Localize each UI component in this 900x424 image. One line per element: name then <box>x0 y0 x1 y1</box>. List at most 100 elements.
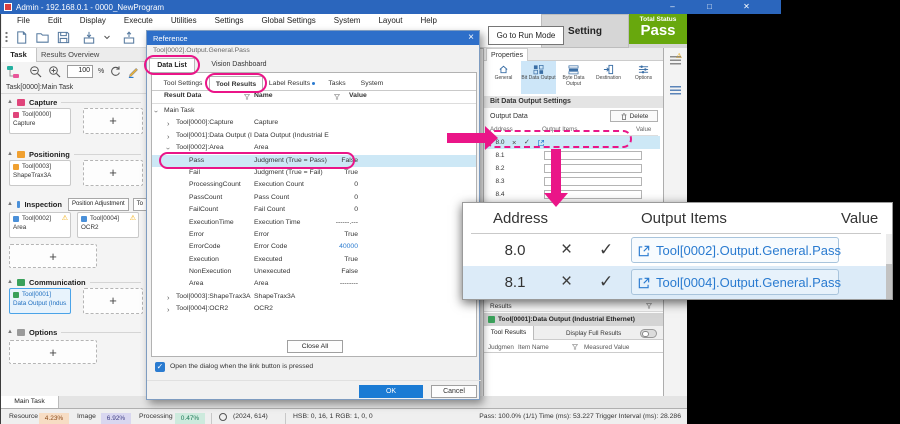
edit-pen-icon[interactable] <box>127 65 140 78</box>
go-to-run-mode-button[interactable]: Go to Run Mode <box>488 26 564 45</box>
tree-row-tool0003[interactable]: › Tool[0003]:ShapeTrax3A ShapeTrax3A <box>152 291 476 303</box>
ok-button[interactable]: OK <box>359 385 423 398</box>
section-positioning-header[interactable]: ▲ Positioning <box>1 148 147 160</box>
zoom-in-icon[interactable] <box>48 65 62 79</box>
collapse-icon[interactable]: ▲ <box>7 99 13 105</box>
tree-row-failcount[interactable]: FailCount Fail Count 0 <box>152 204 476 216</box>
menu-display[interactable]: Display <box>71 16 115 25</box>
scrollbar-thumb[interactable] <box>886 264 892 299</box>
collapse-icon[interactable]: ▲ <box>7 151 13 157</box>
chevron-right-icon[interactable]: › <box>167 293 170 302</box>
menu-file[interactable]: File <box>8 16 39 25</box>
add-inspection-tool-button[interactable]: + <box>9 244 97 268</box>
close-all-button[interactable]: Close All <box>287 340 343 353</box>
subtab-tasks[interactable]: Tasks <box>321 76 353 91</box>
tab-main-task[interactable]: Main Task <box>1 396 59 408</box>
x-mark-icon[interactable]: × <box>561 239 572 261</box>
section-capture-header[interactable]: ▲ Capture <box>1 96 147 108</box>
filter-icon[interactable] <box>244 94 250 100</box>
tab-byte-data-output[interactable]: Byte Data Output <box>556 61 591 94</box>
x-mark-icon[interactable]: × <box>561 271 572 293</box>
output-item-link[interactable]: Tool[0004].Output.General.Pass <box>631 269 839 295</box>
error-list-icon[interactable]: ⚠ <box>670 56 681 66</box>
tab-task[interactable]: Task <box>1 48 37 62</box>
maximize-icon[interactable]: □ <box>701 0 718 14</box>
menu-utilities[interactable]: Utilities <box>162 16 206 25</box>
check-mark-icon[interactable]: ✓ <box>599 272 613 292</box>
tree-row-execution[interactable]: Execution Executed True <box>152 254 476 266</box>
menu-help[interactable]: Help <box>411 16 445 25</box>
collapse-icon[interactable]: ▲ <box>7 329 13 335</box>
add-positioning-tool-button[interactable]: + <box>83 160 143 186</box>
tree-row-tool0001[interactable]: › Tool[0001]:Data Output (Industrial Dat… <box>152 130 476 142</box>
transfer-to-device-icon[interactable] <box>81 30 97 45</box>
tree-row-processingcount[interactable]: ProcessingCount Execution Count 0 <box>152 179 476 191</box>
tool-result-header[interactable]: Tool[0001]:Data Output (Industrial Ether… <box>484 313 664 326</box>
filter-icon[interactable] <box>334 94 340 100</box>
tab-results-overview[interactable]: Results Overview <box>41 48 117 62</box>
flowchart-icon[interactable] <box>6 65 20 79</box>
check-mark-icon[interactable]: ✓ <box>599 240 613 260</box>
chevron-right-icon[interactable]: › <box>167 132 170 141</box>
rotate-icon[interactable] <box>109 65 122 78</box>
section-inspection-header[interactable]: ▲ Inspection Position Adjustment To <box>1 198 147 210</box>
output-item-link[interactable]: Tool[0002].Output.General.Pass <box>631 237 839 263</box>
result-list-icon[interactable] <box>670 86 681 96</box>
transfer-from-device-icon[interactable] <box>121 30 137 45</box>
chevron-down-icon[interactable]: › <box>164 147 173 150</box>
tree-row-main-task[interactable]: › Main Task <box>152 105 476 117</box>
add-capture-tool-button[interactable]: + <box>83 108 143 134</box>
tab-vision-dashboard[interactable]: Vision Dashboard <box>197 58 281 72</box>
subtab-system[interactable]: System <box>353 76 391 91</box>
menu-layout[interactable]: Layout <box>369 16 411 25</box>
tab-bit-data-output[interactable]: Bit Data Output <box>521 61 556 94</box>
position-adjustment-button[interactable]: Position Adjustment <box>68 198 129 211</box>
subtab-tool-settings[interactable]: Tool Settings <box>157 76 209 91</box>
tool-card-area[interactable]: Tool[0002] Area ⚠ <box>9 212 71 238</box>
tree-row-error[interactable]: Error Error True <box>152 229 476 241</box>
output-row-8-3[interactable]: 8.3 <box>484 175 660 188</box>
collapse-icon[interactable]: ▲ <box>7 201 13 207</box>
open-folder-icon[interactable] <box>35 30 50 45</box>
tab-general[interactable]: General <box>486 61 521 94</box>
clipped-button[interactable]: To <box>133 198 147 211</box>
save-icon[interactable] <box>56 30 71 45</box>
menu-global-settings[interactable]: Global Settings <box>253 16 325 25</box>
output-row-8-2[interactable]: 8.2 <box>484 162 660 175</box>
tree-row-executiontime[interactable]: ExecutionTime Execution Time ------.--- <box>152 217 476 229</box>
zoom-out-icon[interactable] <box>29 65 43 79</box>
menu-system[interactable]: System <box>325 16 370 25</box>
tool-card-data-output[interactable]: Tool[0001] Data Output (Indus... <box>9 288 71 314</box>
chevron-right-icon[interactable]: › <box>167 305 170 314</box>
zoom-level-input[interactable]: 100 <box>67 65 93 78</box>
filter-icon[interactable] <box>646 303 652 309</box>
collapse-icon[interactable]: ▲ <box>7 279 13 285</box>
section-communication-header[interactable]: ▲ Communication <box>1 276 147 288</box>
minimize-icon[interactable]: – <box>664 0 681 14</box>
menu-settings[interactable]: Settings <box>206 16 253 25</box>
section-options-header[interactable]: ▲ Options <box>1 326 147 338</box>
menu-execute[interactable]: Execute <box>115 16 162 25</box>
delete-button[interactable]: Delete <box>610 110 658 122</box>
chevron-right-icon[interactable]: › <box>167 119 170 128</box>
add-communication-tool-button[interactable]: + <box>83 288 143 314</box>
tab-destination[interactable]: Destination <box>591 61 626 94</box>
tree-row-passcount[interactable]: PassCount Pass Count 0 <box>152 192 476 204</box>
tool-card-capture[interactable]: Tool[0000] Capture <box>9 108 71 134</box>
output-row-8-4[interactable]: 8.4 <box>484 188 660 201</box>
tab-options[interactable]: Options <box>626 61 661 94</box>
tab-properties[interactable]: Properties <box>486 48 528 61</box>
filter-icon[interactable] <box>572 344 578 350</box>
chevron-down-icon[interactable]: › <box>152 110 161 113</box>
new-file-icon[interactable] <box>14 30 29 45</box>
tree-row-nonexecution[interactable]: NonExecution Unexecuted False <box>152 266 476 278</box>
cancel-button[interactable]: Cancel <box>431 385 477 398</box>
tree-row-tool0004[interactable]: › Tool[0004]:OCR2 OCR2 <box>152 303 476 315</box>
close-icon[interactable]: × <box>468 32 474 43</box>
tool-card-ocr2[interactable]: Tool[0004] OCR2 ⚠ <box>77 212 139 238</box>
menu-edit[interactable]: Edit <box>39 16 71 25</box>
add-option-tool-button[interactable]: + <box>9 340 97 364</box>
close-icon[interactable]: ✕ <box>738 0 755 14</box>
toolbar-grip-icon[interactable] <box>5 31 8 43</box>
scrollbar[interactable] <box>886 234 892 299</box>
